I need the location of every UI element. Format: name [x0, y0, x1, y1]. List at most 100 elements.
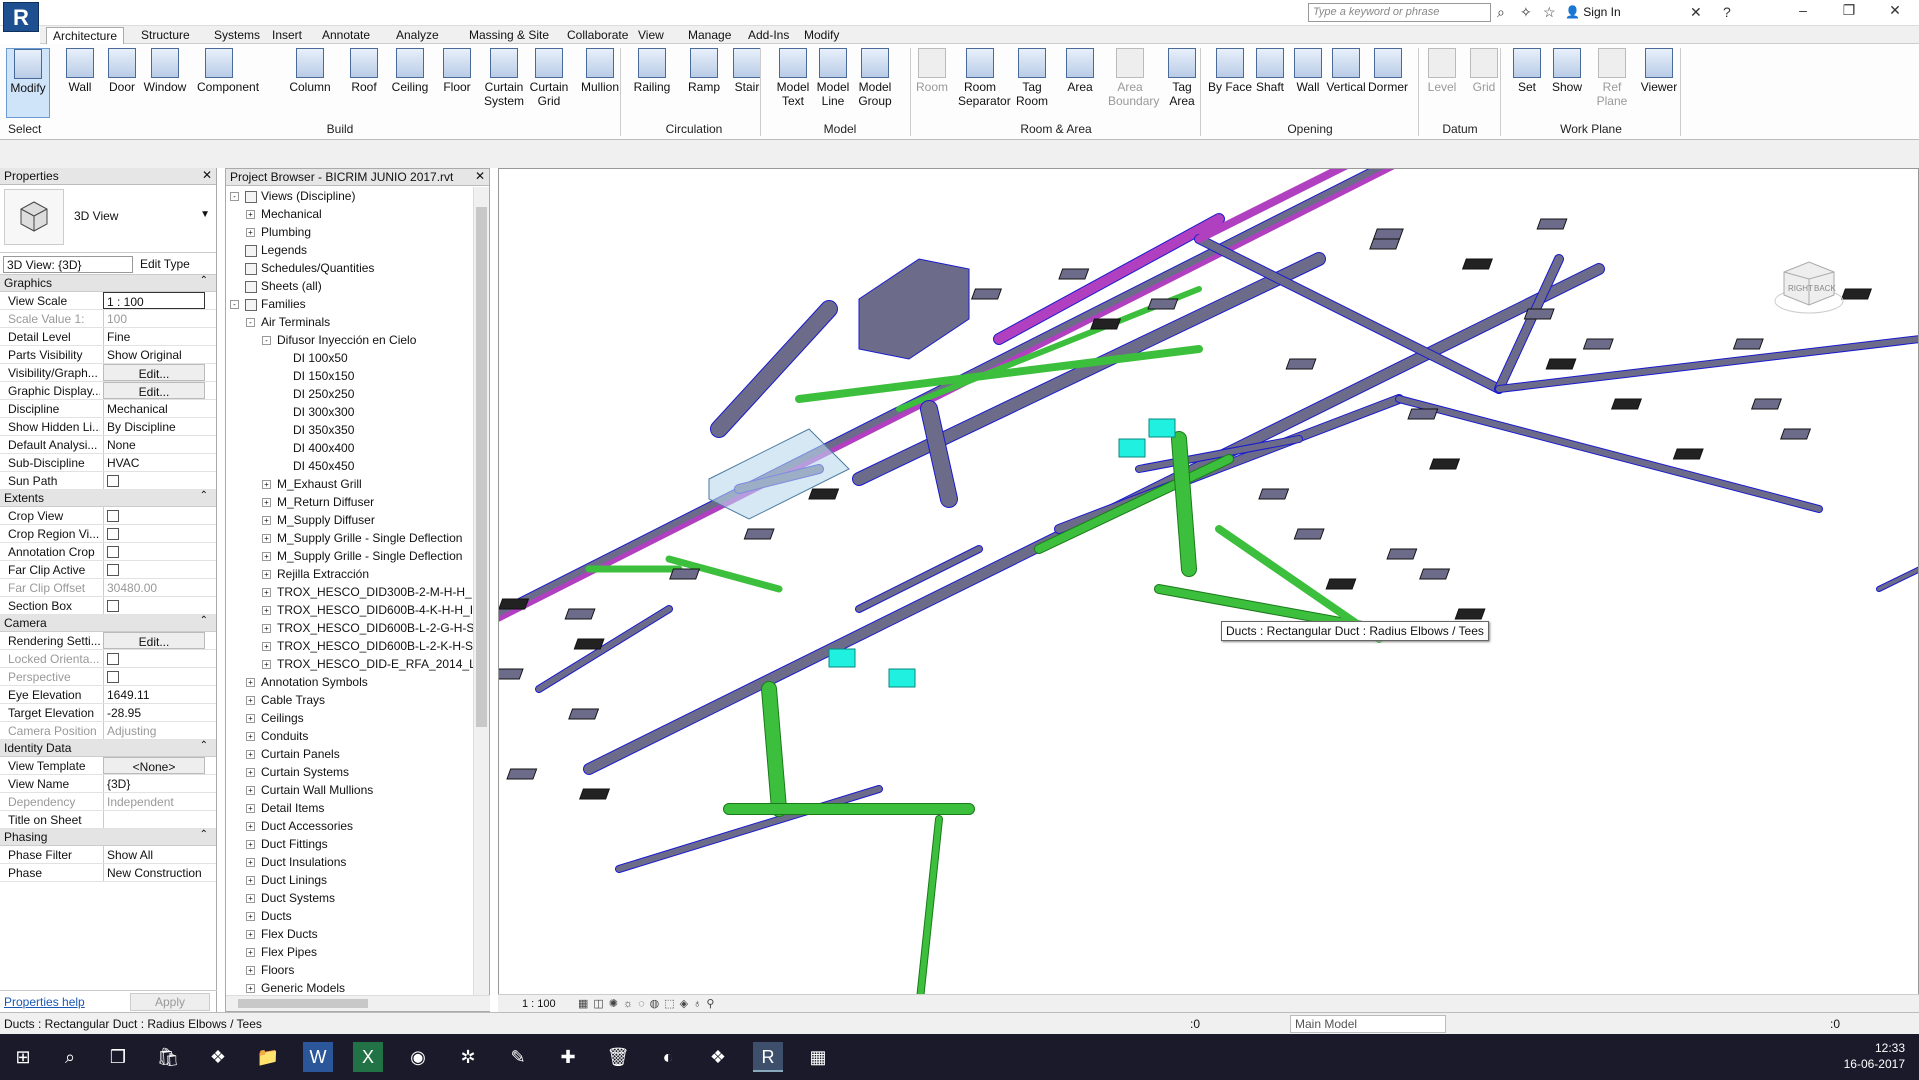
expand-icon[interactable]: + [246, 786, 255, 796]
browser-node[interactable]: - Difusor Inyección en Cielo [226, 331, 474, 349]
room-button[interactable]: Room [910, 48, 954, 120]
expand-icon[interactable]: + [246, 732, 255, 742]
dormer-button[interactable]: Dormer [1366, 48, 1410, 120]
air-terminal[interactable] [1545, 358, 1577, 370]
properties-help-link[interactable]: Properties help [4, 995, 85, 1009]
browser-node[interactable]: - Air Terminals [226, 313, 474, 331]
collapse-icon[interactable]: - [230, 300, 239, 310]
air-terminal[interactable] [1090, 318, 1122, 330]
property-edit-button[interactable]: <None> [103, 757, 205, 774]
air-terminal[interactable] [1454, 608, 1486, 620]
expand-icon[interactable]: + [246, 840, 255, 850]
browser-node[interactable]: DI 100x50 [226, 349, 474, 367]
collapse-icon[interactable]: - [246, 318, 255, 328]
browser-node[interactable]: DI 450x450 [226, 457, 474, 475]
help-icon[interactable]: ? [1723, 4, 1731, 20]
view-selector[interactable]: 3D View: {3D} [3, 256, 133, 273]
wall-button[interactable]: Wall [58, 48, 102, 120]
browser-node[interactable]: + Conduits [226, 727, 474, 745]
tab-view[interactable]: View [632, 27, 670, 43]
curtain-grid-button[interactable]: Curtain Grid [527, 48, 571, 120]
curtain-system-button[interactable]: Curtain System [482, 48, 526, 120]
exhaust-duct[interactable] [499, 169, 1399, 622]
checkbox[interactable] [107, 564, 119, 576]
property-edit-button[interactable]: Edit... [103, 364, 205, 381]
expand-icon[interactable]: + [246, 912, 255, 922]
dropbox-icon[interactable]: ❖ [203, 1042, 233, 1072]
air-terminal[interactable] [1407, 408, 1439, 420]
browser-node[interactable]: + Ducts [226, 907, 474, 925]
air-terminal[interactable] [808, 488, 840, 500]
tab-architecture[interactable]: Architecture [46, 27, 125, 44]
diffuser[interactable] [1118, 438, 1146, 458]
section-extents[interactable]: Extents ⌃ [0, 490, 216, 507]
air-terminal[interactable] [1610, 398, 1642, 410]
expand-icon[interactable]: + [246, 750, 255, 760]
expand-icon[interactable]: + [246, 804, 255, 814]
air-terminal[interactable] [1780, 428, 1812, 440]
viewcube[interactable]: RIGHT BACK [1774, 257, 1844, 317]
green-riser[interactable] [1171, 431, 1197, 577]
tab-massing-site[interactable]: Massing & Site [463, 27, 555, 43]
ramp-button[interactable]: Ramp [682, 48, 726, 120]
browser-node[interactable]: + Mechanical [226, 205, 474, 223]
diffuser[interactable] [828, 648, 856, 668]
air-terminal[interactable] [573, 638, 605, 650]
branch-duct[interactable] [1876, 566, 1919, 592]
subscription-icon[interactable]: ✧ [1520, 4, 1532, 21]
browser-node[interactable]: DI 400x400 [226, 439, 474, 457]
tab-collaborate[interactable]: Collaborate [561, 27, 634, 43]
browser-node[interactable]: + Generic Models [226, 979, 474, 995]
tag-area-button[interactable]: Tag Area [1160, 48, 1204, 120]
revit-taskbar-icon[interactable]: R [753, 1042, 783, 1072]
air-terminal[interactable] [1582, 338, 1614, 350]
area-boundary-button[interactable]: Area Boundary [1108, 48, 1159, 120]
browser-node[interactable]: DI 250x250 [226, 385, 474, 403]
stair-button[interactable]: Stair [725, 48, 769, 120]
browser-node[interactable]: + Curtain Wall Mullions [226, 781, 474, 799]
browser-node[interactable]: + TROX_HESCO_DID300B-2-M-H-H_ [226, 583, 474, 601]
window-button[interactable]: Window [143, 48, 187, 120]
browser-node[interactable]: + Ceilings [226, 709, 474, 727]
expand-icon[interactable]: + [246, 930, 255, 940]
browser-node[interactable]: + Curtain Panels [226, 745, 474, 763]
dropbox-folder-icon[interactable]: ❖ [703, 1042, 733, 1072]
door-button[interactable]: Door [100, 48, 144, 120]
set-button[interactable]: Set [1505, 48, 1549, 120]
chevron-down-icon[interactable]: ▼ [200, 209, 210, 220]
property-value[interactable]: By Discipline [103, 418, 205, 435]
air-handling-unit[interactable] [858, 258, 970, 360]
browser-node[interactable]: DI 350x350 [226, 421, 474, 439]
view-control-icons[interactable]: ▦◫✺☼◌◍⬚◈♁⚲ [578, 997, 719, 1010]
railing-button[interactable]: Railing [630, 48, 674, 120]
air-terminal[interactable] [499, 598, 530, 610]
property-value[interactable]: 1 : 100 [103, 292, 205, 309]
diffuser[interactable] [888, 668, 916, 688]
green-duct[interactable] [915, 815, 943, 1011]
notes-icon[interactable]: ✎ [503, 1042, 533, 1072]
browser-node[interactable]: + Duct Insulations [226, 853, 474, 871]
browser-node[interactable]: + M_Exhaust Grill [226, 475, 474, 493]
browser-node[interactable]: + M_Supply Diffuser [226, 511, 474, 529]
browser-node[interactable]: + Duct Fittings [226, 835, 474, 853]
browser-node[interactable]: + TROX_HESCO_DID600B-L-2-K-H-S [226, 637, 474, 655]
property-value[interactable]: None [103, 436, 205, 453]
green-riser[interactable] [761, 681, 787, 817]
checkbox[interactable] [107, 510, 119, 522]
expand-icon[interactable]: + [246, 984, 255, 994]
tab-structure[interactable]: Structure [135, 27, 196, 43]
branch-duct[interactable] [615, 785, 883, 873]
tab-insert[interactable]: Insert [266, 27, 308, 43]
branch-duct[interactable] [1194, 234, 1504, 394]
collapse-icon[interactable]: - [230, 192, 239, 202]
chrome-icon[interactable]: ◉ [403, 1042, 433, 1072]
search-icon[interactable]: ⌕ [55, 1042, 85, 1072]
vertical-scrollbar[interactable] [473, 187, 489, 995]
browser-node[interactable]: + Duct Accessories [226, 817, 474, 835]
property-edit-button[interactable]: Edit... [103, 632, 205, 649]
tab-annotate[interactable]: Annotate [316, 27, 376, 43]
tab-manage[interactable]: Manage [682, 27, 737, 43]
air-terminal[interactable] [1841, 288, 1873, 300]
air-terminal[interactable] [971, 288, 1003, 300]
air-terminal[interactable] [568, 708, 600, 720]
